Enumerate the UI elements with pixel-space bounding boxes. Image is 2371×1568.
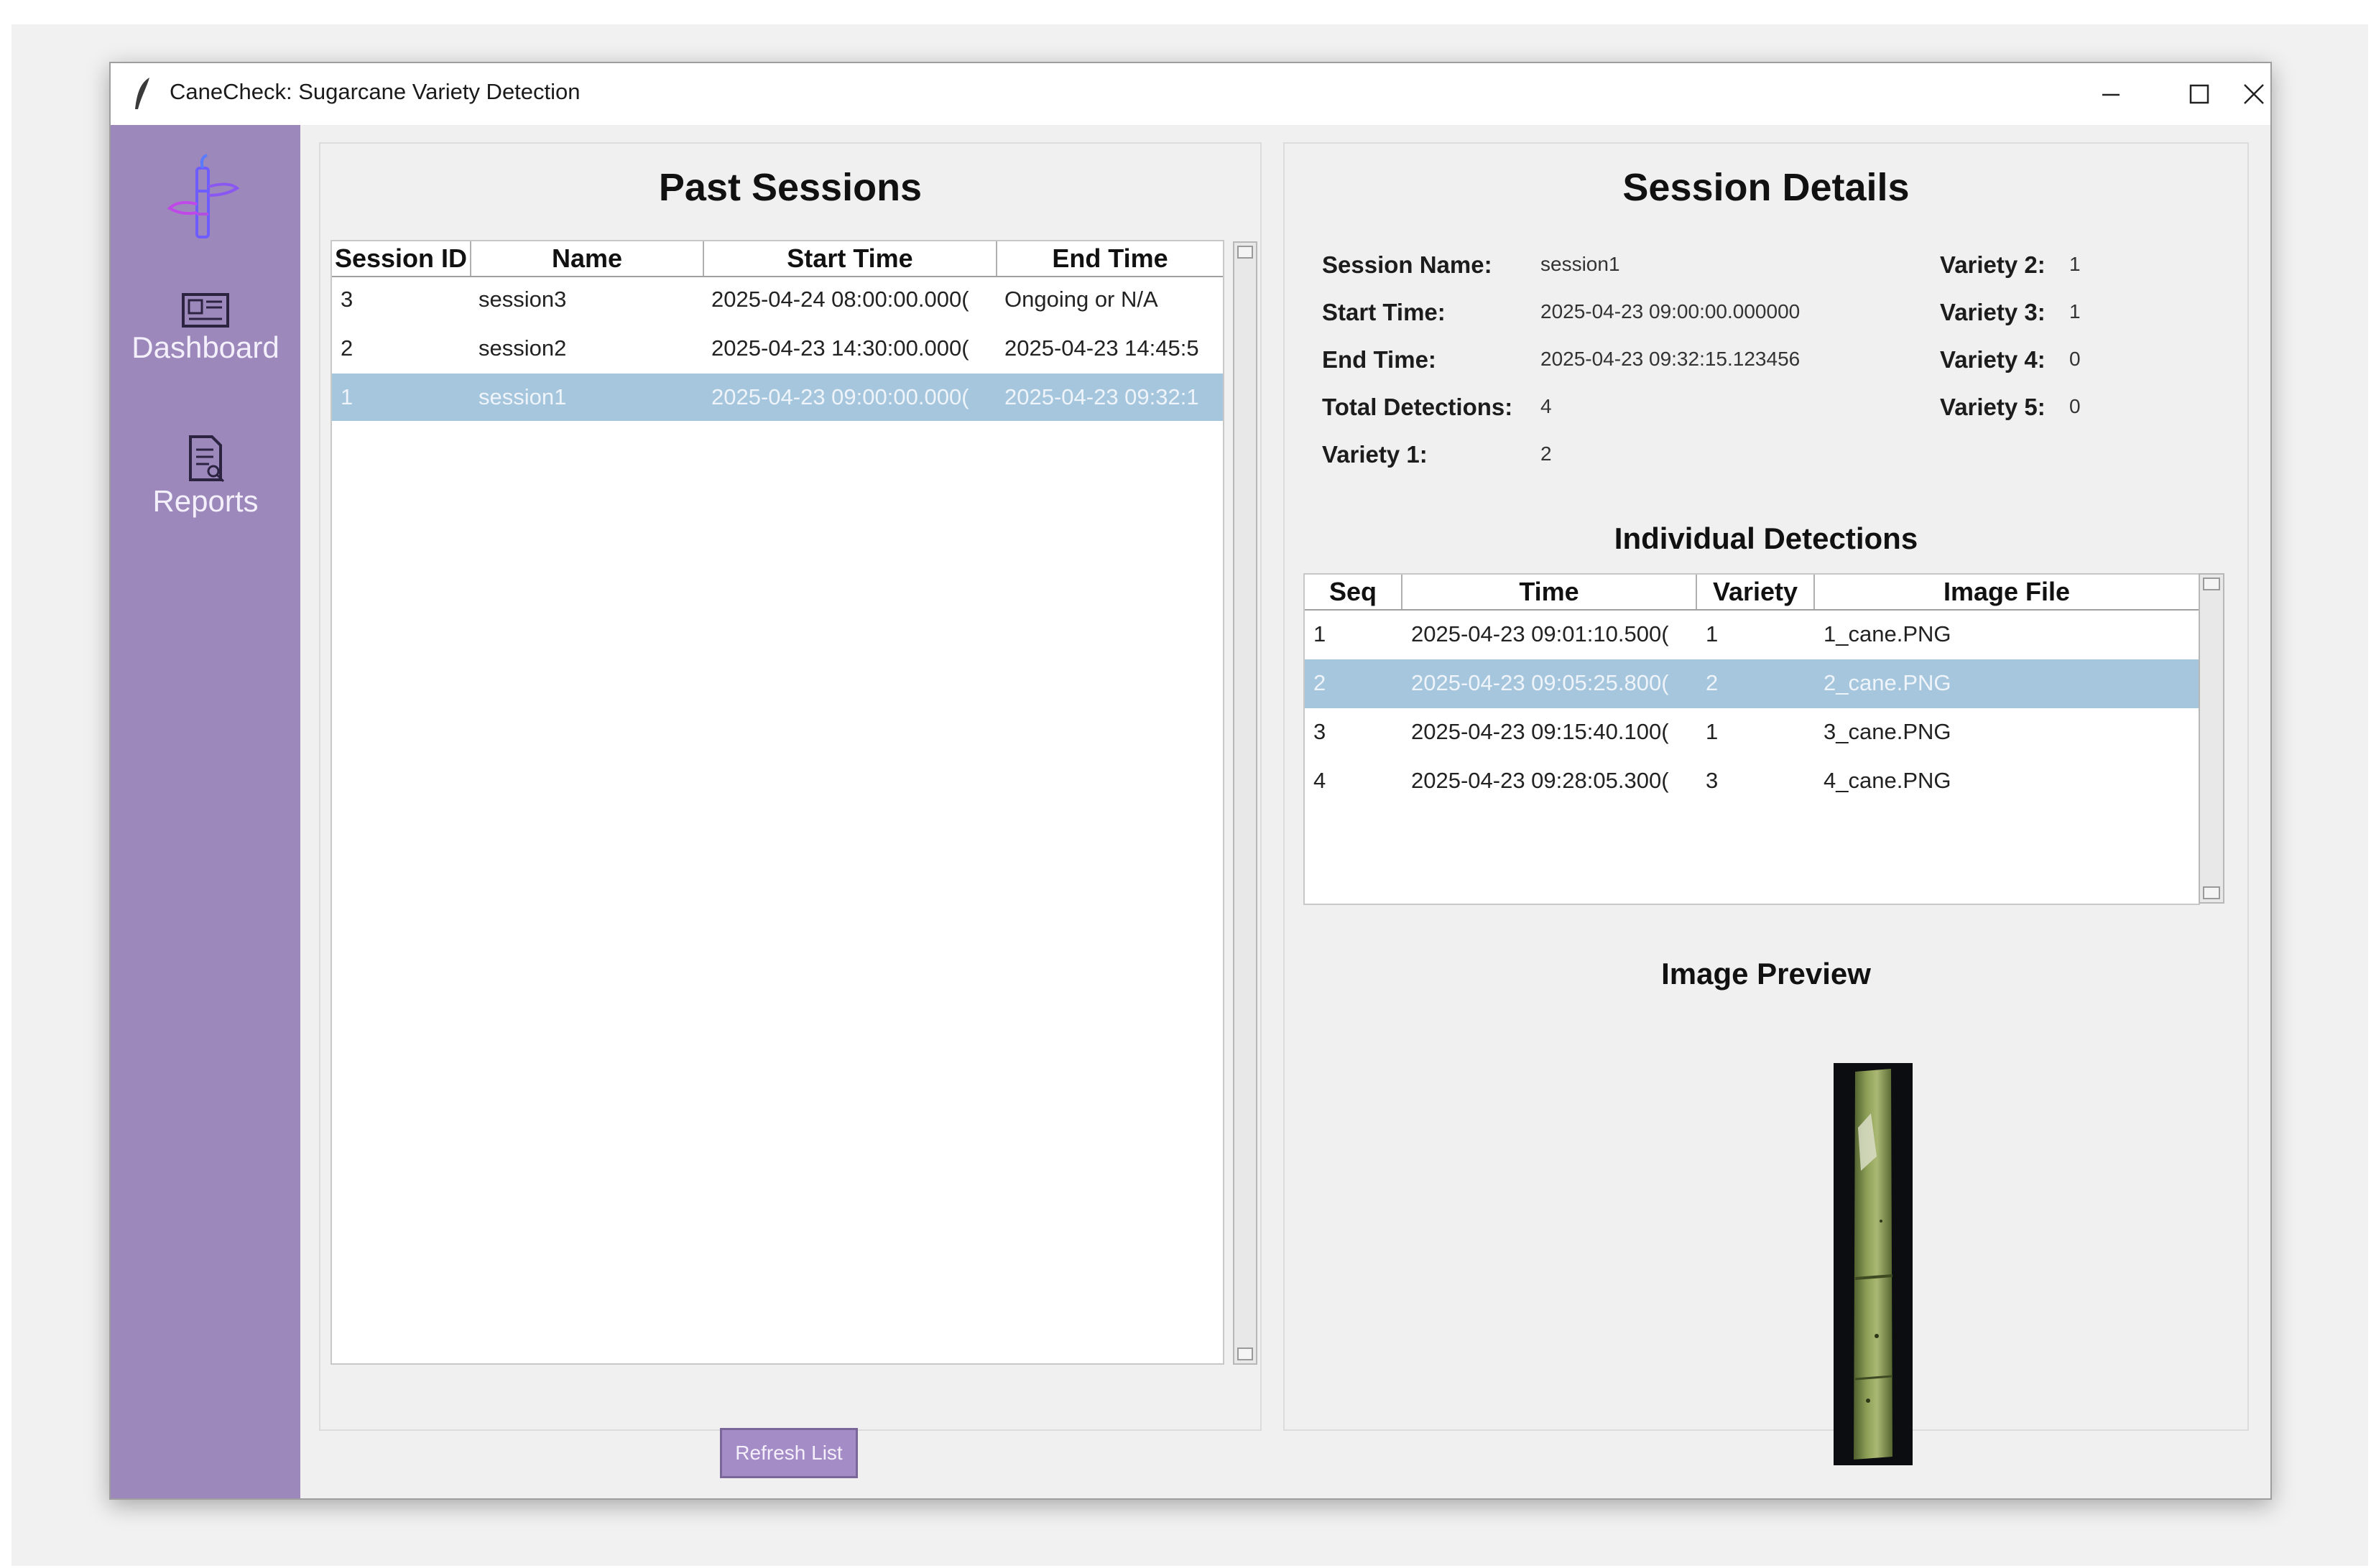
cell-session-id: 1 xyxy=(341,384,353,409)
maximize-button[interactable] xyxy=(2155,63,2242,125)
variety-2-label: Variety 2: xyxy=(1940,251,2046,278)
variety-2-value: 1 xyxy=(2069,253,2081,275)
sidebar-item-label: Reports xyxy=(152,484,259,518)
scroll-up-arrow[interactable] xyxy=(2203,577,2220,590)
scroll-down-arrow[interactable] xyxy=(1237,1347,1253,1360)
sidebar-item-label: Dashboard xyxy=(131,330,279,364)
sidebar-item-dashboard[interactable]: Dashboard xyxy=(111,290,300,365)
cell-image-file: 2_cane.PNG xyxy=(1824,670,1951,695)
session-name-label: Session Name: xyxy=(1322,251,1492,278)
variety-3-label: Variety 3: xyxy=(1940,299,2046,325)
table-row[interactable]: 4 2025-04-23 09:28:05.300( 3 4_cane.PNG xyxy=(1305,757,2199,806)
column-header-start-time[interactable]: Start Time xyxy=(704,241,997,276)
cell-seq: 1 xyxy=(1313,621,1326,646)
sugarcane-logo-icon xyxy=(167,154,240,238)
cell-seq: 2 xyxy=(1313,670,1326,695)
scroll-down-arrow[interactable] xyxy=(2203,886,2220,899)
past-sessions-panel: Past Sessions Session ID Name Start Time… xyxy=(319,142,1262,1478)
cell-variety: 3 xyxy=(1706,768,1719,793)
close-icon xyxy=(2244,84,2264,104)
sessions-table-header: Session ID Name Start Time End Time xyxy=(332,241,1223,277)
table-row[interactable]: 3 session3 2025-04-24 08:00:00.000( Ongo… xyxy=(332,276,1223,323)
cell-time: 2025-04-23 09:28:05.300( xyxy=(1411,768,1669,793)
report-icon xyxy=(189,435,225,483)
column-header-session-id[interactable]: Session ID xyxy=(332,241,471,276)
variety-3-value: 1 xyxy=(2069,300,2081,323)
past-sessions-title: Past Sessions xyxy=(658,166,923,209)
column-header-seq[interactable]: Seq xyxy=(1305,575,1402,609)
total-detections-label: Total Detections: xyxy=(1322,394,1513,420)
individual-detections-title: Individual Detections xyxy=(1614,521,1918,555)
cell-time: 2025-04-23 09:15:40.100( xyxy=(1411,719,1669,744)
detections-scrollbar[interactable] xyxy=(2199,573,2224,904)
variety-1-label: Variety 1: xyxy=(1322,441,1428,468)
column-header-end-time[interactable]: End Time xyxy=(997,241,1223,276)
table-row[interactable]: 1 2025-04-23 09:01:10.500( 1 1_cane.PNG xyxy=(1305,611,2199,659)
cell-end-time: 2025-04-23 09:32:1 xyxy=(1004,384,1199,409)
refresh-list-button[interactable]: Refresh List xyxy=(720,1428,858,1478)
scroll-up-arrow[interactable] xyxy=(1237,246,1253,259)
app-window: CaneCheck: Sugarcane Variety Detection D… xyxy=(109,62,2272,1500)
table-row[interactable]: 2 session2 2025-04-23 14:30:00.000( 2025… xyxy=(332,325,1223,372)
feather-icon xyxy=(135,78,149,109)
sidebar-item-reports[interactable]: Reports xyxy=(111,434,300,519)
variety-4-value: 0 xyxy=(2069,348,2081,370)
column-header-variety[interactable]: Variety xyxy=(1697,575,1815,609)
cell-name: session2 xyxy=(479,335,567,361)
detections-table[interactable]: Seq Time Variety Image File 1 2025-04-23… xyxy=(1303,573,2200,905)
table-row-selected[interactable]: 2 2025-04-23 09:05:25.800( 2 2_cane.PNG xyxy=(1305,659,2199,708)
start-time-label: Start Time: xyxy=(1322,299,1446,325)
start-time-value: 2025-04-23 09:00:00.000000 xyxy=(1540,300,1801,323)
session-details-panel: Session Details Session Name: session1 S… xyxy=(1283,142,2249,1431)
detections-table-header: Seq Time Variety Image File xyxy=(1305,575,2199,611)
cell-variety: 1 xyxy=(1706,621,1719,646)
sessions-table[interactable]: Session ID Name Start Time End Time 3 se… xyxy=(331,240,1224,1365)
session-details-title: Session Details xyxy=(1622,166,1910,209)
maximize-icon xyxy=(2189,84,2209,104)
cell-start-time: 2025-04-24 08:00:00.000( xyxy=(711,287,969,312)
total-detections-value: 4 xyxy=(1540,395,1552,417)
cell-image-file: 4_cane.PNG xyxy=(1824,768,1951,793)
cell-seq: 4 xyxy=(1313,768,1326,793)
cell-variety: 2 xyxy=(1706,670,1719,695)
column-header-name[interactable]: Name xyxy=(471,241,704,276)
sugarcane-preview-image xyxy=(1834,1063,1913,1465)
cell-end-time: Ongoing or N/A xyxy=(1004,287,1158,312)
cell-name: session1 xyxy=(479,384,567,409)
cell-name: session3 xyxy=(479,287,567,312)
cell-session-id: 2 xyxy=(341,335,353,361)
dashboard-icon xyxy=(182,293,229,328)
minimize-button[interactable] xyxy=(2068,63,2154,125)
cell-start-time: 2025-04-23 09:00:00.000( xyxy=(711,384,969,409)
cell-session-id: 3 xyxy=(341,287,353,312)
variety-1-value: 2 xyxy=(1540,442,1552,465)
variety-5-value: 0 xyxy=(2069,395,2081,417)
cell-time: 2025-04-23 09:05:25.800( xyxy=(1411,670,1669,695)
cell-variety: 1 xyxy=(1706,719,1719,744)
minimize-icon xyxy=(2102,93,2120,96)
column-header-time[interactable]: Time xyxy=(1402,575,1697,609)
cell-image-file: 3_cane.PNG xyxy=(1824,719,1951,744)
variety-5-label: Variety 5: xyxy=(1940,394,2046,420)
table-row[interactable]: 3 2025-04-23 09:15:40.100( 1 3_cane.PNG xyxy=(1305,708,2199,757)
close-button[interactable] xyxy=(2243,63,2269,125)
image-preview-title: Image Preview xyxy=(1661,957,1871,991)
cell-seq: 3 xyxy=(1313,719,1326,744)
end-time-value: 2025-04-23 09:32:15.123456 xyxy=(1540,348,1801,370)
window-title: CaneCheck: Sugarcane Variety Detection xyxy=(170,79,581,104)
session-name-value: session1 xyxy=(1540,253,1620,275)
cell-time: 2025-04-23 09:01:10.500( xyxy=(1411,621,1669,646)
sessions-scrollbar[interactable] xyxy=(1233,241,1257,1365)
end-time-label: End Time: xyxy=(1322,346,1436,373)
cell-image-file: 1_cane.PNG xyxy=(1824,621,1951,646)
sidebar: Dashboard Reports xyxy=(111,125,300,1498)
title-bar[interactable]: CaneCheck: Sugarcane Variety Detection xyxy=(111,63,2270,125)
column-header-image-file[interactable]: Image File xyxy=(1815,575,2199,609)
table-row-selected[interactable]: 1 session1 2025-04-23 09:00:00.000( 2025… xyxy=(332,374,1223,421)
cell-end-time: 2025-04-23 14:45:5 xyxy=(1004,335,1199,361)
cell-start-time: 2025-04-23 14:30:00.000( xyxy=(711,335,969,361)
variety-4-label: Variety 4: xyxy=(1940,346,2046,373)
